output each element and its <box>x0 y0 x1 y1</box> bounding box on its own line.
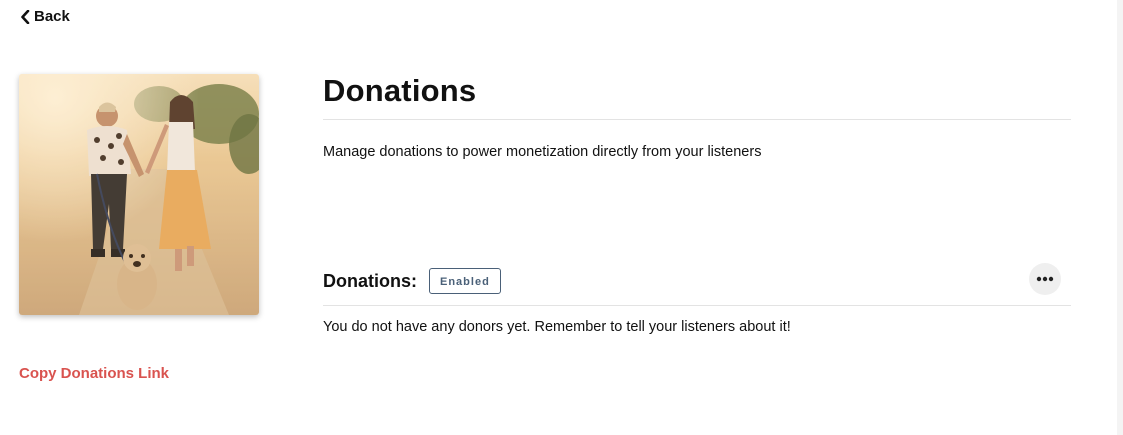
page-description: Manage donations to power monetization d… <box>323 144 762 160</box>
section-divider <box>323 305 1071 306</box>
no-donors-message: You do not have any donors yet. Remember… <box>323 319 791 335</box>
status-badge: Enabled <box>429 268 501 294</box>
title-divider <box>323 119 1071 120</box>
page-title: Donations <box>323 73 477 108</box>
ellipsis-icon <box>1036 276 1054 282</box>
podcast-cover-image <box>19 74 259 315</box>
back-button[interactable]: Back <box>20 8 70 25</box>
back-label: Back <box>34 8 70 25</box>
donations-page: Back Copy Donations Link Donations Manag… <box>0 0 1123 435</box>
donations-status-row: Donations: Enabled <box>323 263 1071 299</box>
scroll-gutter <box>1117 0 1123 435</box>
copy-donations-link[interactable]: Copy Donations Link <box>19 365 169 382</box>
donations-section-label: Donations: <box>323 270 417 291</box>
chevron-left-icon <box>21 9 30 24</box>
more-options-button[interactable] <box>1029 263 1061 295</box>
main-content: Donations Manage donations to power mone… <box>323 70 1071 335</box>
